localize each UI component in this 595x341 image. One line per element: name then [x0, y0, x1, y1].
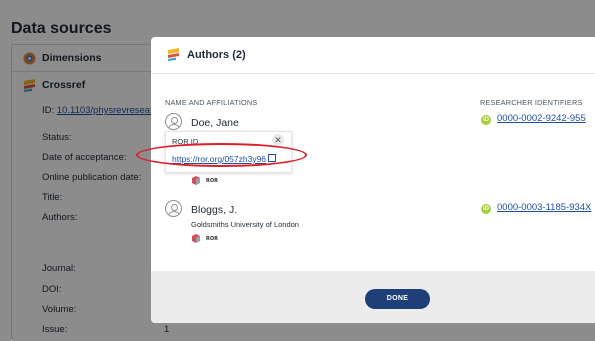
column-header-identifiers: RESEARCHER IDENTIFIERS	[480, 98, 583, 107]
column-header-names: NAME AND AFFILIATIONS	[165, 98, 258, 107]
organization-icon[interactable]	[191, 233, 201, 243]
avatar-icon	[165, 200, 182, 217]
orcid-icon: iD	[481, 115, 491, 125]
close-icon[interactable]: ✕	[272, 134, 284, 146]
modal-header: Authors (2)	[151, 37, 595, 74]
ror-icon[interactable]: ROR	[206, 178, 218, 184]
ror-icon[interactable]: ROR	[206, 236, 218, 242]
done-button[interactable]: DONE	[365, 289, 430, 309]
crossref-icon	[168, 48, 179, 61]
orcid-icon: iD	[481, 204, 491, 214]
author-affiliation-2: Goldsmiths University of London	[191, 220, 299, 229]
orcid-link-1[interactable]: 0000-0002-9242-955	[497, 113, 586, 124]
author-name-1: Doe, Jane	[191, 117, 239, 129]
modal-title: Authors (2)	[187, 49, 246, 61]
authors-modal: Authors (2) NAME AND AFFILIATIONS RESEAR…	[151, 37, 595, 323]
highlight-ellipse	[136, 143, 307, 167]
orcid-link-2[interactable]: 0000-0003-1185-934X	[497, 202, 591, 213]
author-name-2: Bloggs, J.	[191, 204, 238, 216]
avatar-icon	[165, 113, 182, 130]
organization-icon[interactable]	[191, 175, 201, 185]
